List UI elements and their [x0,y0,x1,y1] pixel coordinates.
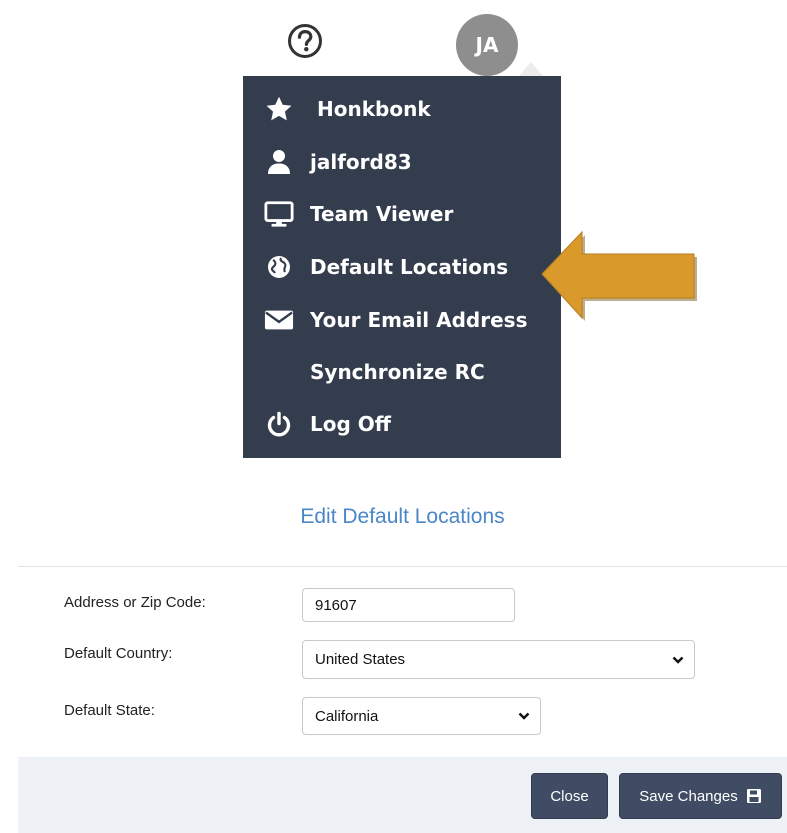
arrow-left-icon [538,228,700,324]
power-icon [264,409,294,439]
globe-icon [264,252,294,282]
menu-item-log-off[interactable]: Log Off [243,399,561,449]
state-value: California [315,707,379,725]
menu-item-synchronize-rc[interactable]: Synchronize RC [243,347,561,397]
menu-item-label: jalford83 [310,150,412,174]
dropdown-caret [519,62,543,76]
chevron-down-icon [518,712,530,720]
avatar-initials: JA [475,33,499,57]
menu-item-label: Team Viewer [310,202,454,226]
user-icon [264,147,294,177]
help-icon[interactable] [287,23,323,59]
menu-item-label: Synchronize RC [310,360,485,384]
address-input[interactable]: 91607 [302,588,515,622]
divider [18,566,787,567]
menu-item-label: Honkbonk [317,97,431,121]
state-label: Default State: [64,702,155,719]
menu-item-username[interactable]: jalford83 [243,137,561,187]
envelope-icon [264,305,294,335]
country-select[interactable]: United States [302,640,695,679]
dialog-title: Edit Default Locations [300,505,505,528]
menu-item-label: Log Off [310,412,391,436]
close-button[interactable]: Close [531,773,608,819]
address-label: Address or Zip Code: [64,594,206,611]
menu-item-honkbonk[interactable]: Honkbonk [243,84,561,134]
chevron-down-icon [672,656,684,664]
country-label: Default Country: [64,645,173,662]
menu-item-label: Your Email Address [310,308,528,332]
user-dropdown-menu: Honkbonk jalford83 Team Viewer Default L… [243,76,561,458]
menu-item-label: Default Locations [310,255,509,279]
close-button-label: Close [550,787,589,805]
avatar[interactable]: JA [456,14,518,76]
save-changes-button[interactable]: Save Changes [619,773,782,819]
country-value: United States [315,651,406,668]
address-value: 91607 [315,596,357,614]
monitor-icon [264,199,294,229]
save-icon [746,789,761,803]
menu-item-default-locations[interactable]: Default Locations [243,242,561,292]
menu-item-team-viewer[interactable]: Team Viewer [243,189,561,239]
state-select[interactable]: California [302,697,541,735]
menu-item-email-address[interactable]: Your Email Address [243,295,561,345]
save-button-label: Save Changes [639,787,738,805]
star-icon [264,94,294,124]
